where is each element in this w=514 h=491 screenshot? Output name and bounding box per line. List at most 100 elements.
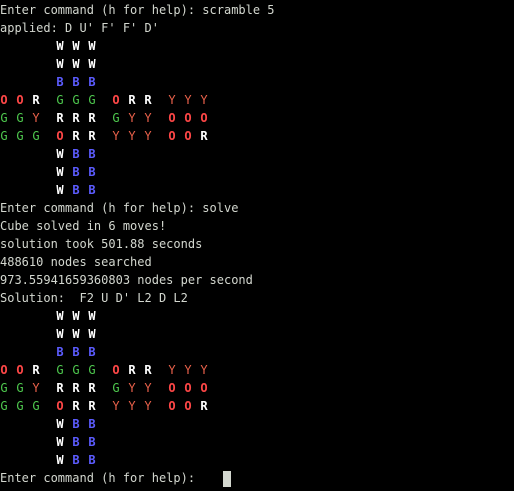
cube-sticker: B: [88, 417, 96, 431]
cube-sticker: Y: [32, 381, 40, 395]
cube-sticker: R: [200, 129, 208, 143]
cube-sticker: W: [72, 309, 80, 323]
cube-sticker: O: [56, 399, 64, 413]
cube-sticker: G: [32, 399, 40, 413]
cube-sticker: W: [56, 417, 64, 431]
cube-sticker: Y: [144, 111, 152, 125]
cube-sticker: Y: [128, 111, 136, 125]
cube-sticker: W: [88, 327, 96, 341]
cube-sticker: R: [128, 93, 136, 107]
cube-sticker: G: [16, 381, 24, 395]
cube-sticker: O: [168, 129, 176, 143]
cube-sticker: O: [168, 111, 176, 125]
cube-sticker: W: [56, 453, 64, 467]
cube-sticker: B: [72, 183, 80, 197]
cube-sticker: W: [56, 57, 64, 71]
cube-sticker: G: [16, 111, 24, 125]
cube-sticker: W: [56, 309, 64, 323]
cube-sticker: Y: [184, 93, 192, 107]
cube-sticker: W: [72, 39, 80, 53]
terminal-cursor: [223, 471, 231, 487]
cube-sticker: W: [88, 57, 96, 71]
cube-sticker: B: [72, 165, 80, 179]
cube-sticker: B: [88, 183, 96, 197]
solution-moves-line: Solution: F2 U D' L2 D L2: [0, 291, 188, 305]
cube-sticker: Y: [128, 381, 136, 395]
cube-sticker: W: [88, 309, 96, 323]
cube-sticker: B: [72, 417, 80, 431]
cube-sticker: B: [72, 75, 80, 89]
cube-sticker: Y: [200, 93, 208, 107]
cube-sticker: G: [56, 93, 64, 107]
cube-sticker: W: [56, 435, 64, 449]
cube-sticker: B: [72, 345, 80, 359]
cube-sticker: W: [56, 327, 64, 341]
cube-sticker: B: [88, 75, 96, 89]
cube-sticker: R: [128, 363, 136, 377]
cube-sticker: G: [112, 111, 120, 125]
cube-sticker: O: [184, 129, 192, 143]
cube-sticker: W: [72, 327, 80, 341]
cube-sticker: B: [88, 453, 96, 467]
cube-sticker: O: [184, 111, 192, 125]
cube-sticker: G: [88, 93, 96, 107]
cube-sticker: O: [184, 381, 192, 395]
cube-sticker: W: [72, 57, 80, 71]
cube-sticker: G: [88, 363, 96, 377]
cube-sticker: G: [72, 93, 80, 107]
cube-sticker: G: [56, 363, 64, 377]
cube-sticker: R: [32, 363, 40, 377]
cube-sticker: Y: [144, 381, 152, 395]
cube-sticker: O: [200, 111, 208, 125]
solve-result-line: Cube solved in 6 moves!: [0, 219, 167, 233]
cube-sticker: O: [56, 129, 64, 143]
cube-sticker: Y: [32, 111, 40, 125]
cube-sticker: B: [72, 435, 80, 449]
nodes-per-second-line: 973.55941659360803 nodes per second: [0, 273, 253, 287]
cube-sticker: Y: [168, 363, 176, 377]
cube-sticker: O: [0, 93, 8, 107]
cube-sticker: B: [88, 147, 96, 161]
cube-sticker: G: [112, 381, 120, 395]
solution-time-line: solution took 501.88 seconds: [0, 237, 203, 251]
cube-sticker: Y: [184, 363, 192, 377]
cube-sticker: Y: [144, 399, 152, 413]
cube-sticker: W: [56, 165, 64, 179]
cube-sticker: W: [56, 147, 64, 161]
cube-sticker: G: [0, 111, 8, 125]
cube-sticker: W: [56, 183, 64, 197]
cube-sticker: O: [168, 381, 176, 395]
cube-sticker: Y: [168, 93, 176, 107]
cube-sticker: Y: [200, 363, 208, 377]
cube-sticker: R: [72, 381, 80, 395]
cube-sticker: B: [88, 435, 96, 449]
cube-sticker: R: [144, 363, 152, 377]
cube-sticker: Y: [112, 129, 120, 143]
terminal-window[interactable]: Enter command (h for help): scramble 5 a…: [0, 0, 514, 491]
cube-sticker: G: [0, 381, 8, 395]
cube-sticker: O: [16, 363, 24, 377]
cube-sticker: G: [72, 363, 80, 377]
cube-sticker: G: [16, 399, 24, 413]
cube-sticker: W: [88, 39, 96, 53]
nodes-searched-line: 488610 nodes searched: [0, 255, 152, 269]
cube-sticker: O: [16, 93, 24, 107]
cube-sticker: B: [56, 75, 64, 89]
cube-sticker: R: [32, 93, 40, 107]
command-prompt[interactable]: Enter command (h for help):: [0, 469, 202, 487]
cube-sticker: R: [72, 111, 80, 125]
cube-sticker: W: [56, 39, 64, 53]
cube-sticker: B: [88, 165, 96, 179]
command-line-scramble: Enter command (h for help): scramble 5: [0, 3, 275, 17]
cube-sticker: R: [56, 111, 64, 125]
cube-sticker: O: [112, 363, 120, 377]
cube-sticker: O: [112, 93, 120, 107]
cube-sticker: G: [16, 129, 24, 143]
cube-sticker: B: [72, 453, 80, 467]
cube-sticker: R: [72, 399, 80, 413]
cube-sticker: R: [72, 129, 80, 143]
cube-sticker: O: [0, 363, 8, 377]
cube-sticker: B: [72, 147, 80, 161]
cube-sticker: O: [184, 399, 192, 413]
cube-sticker: G: [32, 129, 40, 143]
